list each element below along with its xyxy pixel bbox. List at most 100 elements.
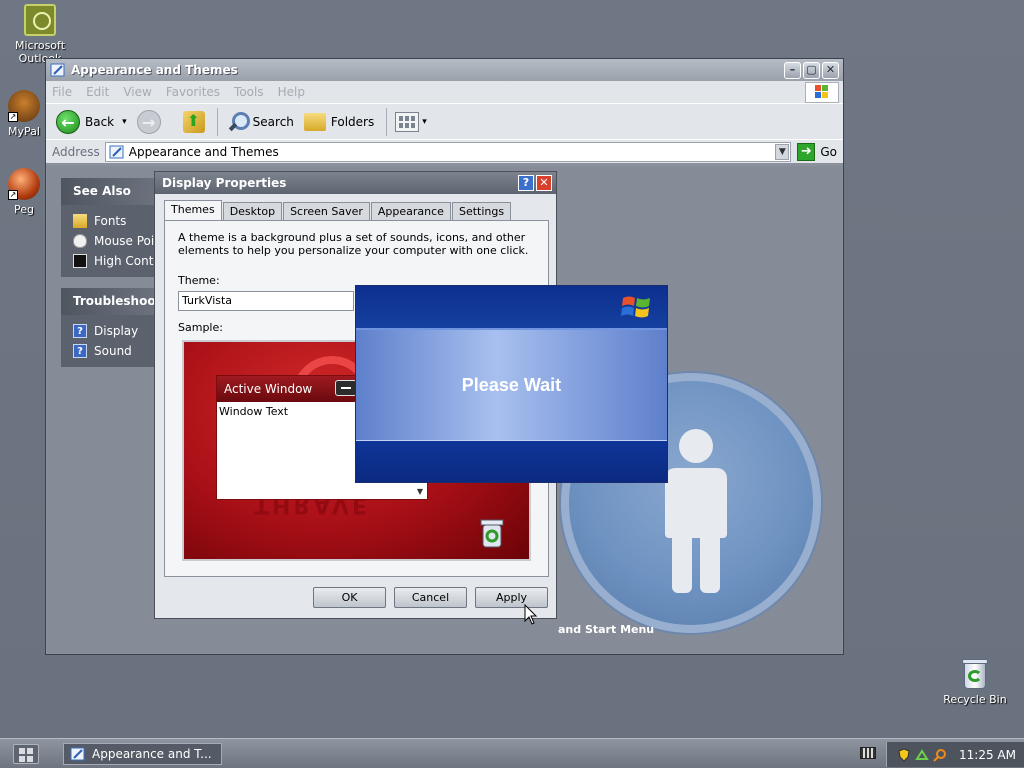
back-arrow-icon: ← [56, 109, 80, 134]
help-icon: ? [73, 324, 87, 338]
see-also-item-fonts[interactable]: Fonts [61, 211, 161, 231]
tab-screen-saver[interactable]: Screen Saver [283, 202, 370, 220]
desktop-icon-recycle-bin[interactable]: Recycle Bin [935, 658, 1015, 706]
taskbar-start-menu-link[interactable]: and Start Menu [558, 623, 654, 636]
cancel-button[interactable]: Cancel [394, 587, 467, 608]
toolbar-separator [216, 107, 218, 136]
clock[interactable]: 11:25 AM [959, 748, 1016, 762]
close-button[interactable]: ✕ [822, 61, 839, 79]
folders-icon [303, 112, 326, 131]
go-arrow-icon: ➜ [797, 142, 816, 161]
tab-appearance[interactable]: Appearance [370, 202, 451, 220]
theme-select[interactable]: TurkVista [178, 291, 354, 311]
high-contrast-icon [73, 254, 87, 268]
taskbar-item-appearance-themes[interactable]: Appearance and T... [63, 743, 222, 765]
up-folder-button[interactable] [182, 110, 205, 133]
tab-themes[interactable]: Themes [164, 200, 222, 220]
please-wait-dialog: Please Wait [355, 285, 668, 483]
windows-logo-icon [805, 82, 839, 103]
up-folder-icon [182, 110, 205, 133]
folders-button[interactable]: Folders [303, 112, 375, 131]
explorer-titlebar[interactable]: Appearance and Themes – ▢ ✕ [46, 59, 843, 81]
address-field[interactable]: Appearance and Themes ▼ [104, 141, 792, 162]
taskbar-item-label: Appearance and T... [92, 747, 212, 761]
views-dropdown-icon: ▾ [422, 116, 427, 127]
sample-scroll-down-icon: ▼ [416, 487, 424, 496]
see-also-item-label: Mouse Pointers [94, 234, 161, 248]
minimize-button[interactable]: – [784, 61, 801, 79]
see-also-heading[interactable]: See Also [61, 178, 161, 205]
desktop: Microsoft Outlook ↗ MyPal ↗ Peg Recycle … [0, 0, 1024, 738]
please-wait-message: Please Wait [356, 330, 667, 440]
dialog-titlebar[interactable]: Display Properties ? ✕ [155, 172, 556, 194]
troubleshooters-heading[interactable]: Troubleshooters [61, 288, 161, 315]
menu-favorites[interactable]: Favorites [166, 85, 220, 99]
search-tray-icon[interactable] [933, 748, 947, 762]
outlook-icon [24, 4, 56, 36]
windows-logo-icon [621, 296, 650, 318]
forward-button[interactable]: → [136, 109, 161, 134]
fonts-folder-icon [73, 214, 87, 228]
menu-help[interactable]: Help [278, 85, 305, 99]
themes-description: A theme is a background plus a set of so… [178, 231, 529, 257]
views-button[interactable]: ▾ [395, 111, 427, 132]
shortcut-arrow-icon: ↗ [8, 190, 18, 200]
see-also-item-high-contrast[interactable]: High Contrast [61, 251, 161, 271]
see-also-item-mouse-pointers[interactable]: Mouse Pointers [61, 231, 161, 251]
sample-label: Sample: [178, 321, 223, 334]
forward-arrow-icon: → [136, 109, 161, 134]
menu-tools[interactable]: Tools [234, 85, 264, 99]
troubleshooter-item-label: Display [94, 324, 139, 338]
search-button[interactable]: Search [226, 111, 294, 133]
sample-minimize-icon [335, 380, 357, 396]
recycle-bin-icon [960, 658, 990, 690]
dialog-title: Display Properties [162, 176, 287, 190]
troubleshooters-panel: Troubleshooters ? Display ? Sound [61, 288, 161, 367]
security-shield-icon[interactable] [897, 747, 911, 762]
menu-file[interactable]: File [52, 85, 72, 99]
help-button[interactable]: ? [518, 175, 534, 191]
explorer-title: Appearance and Themes [71, 63, 238, 77]
theme-label: Theme: [178, 274, 220, 287]
troubleshooter-item-display[interactable]: ? Display [61, 321, 161, 341]
back-label: Back [85, 114, 115, 129]
peg-icon: ↗ [8, 168, 40, 200]
back-dropdown-icon[interactable]: ▾ [122, 117, 127, 127]
back-button[interactable]: ← Back ▾ [56, 109, 127, 134]
start-button[interactable] [13, 744, 39, 764]
maximize-button[interactable]: ▢ [803, 61, 820, 79]
menubar: File Edit View Favorites Tools Help [46, 81, 843, 103]
mouse-icon [73, 234, 87, 248]
keyboard-icon[interactable] [860, 747, 876, 759]
troubleshooter-item-label: Sound [94, 344, 132, 358]
appearance-themes-icon [50, 63, 65, 77]
go-button[interactable]: ➜ Go [797, 142, 837, 161]
mypal-icon: ↗ [8, 90, 40, 122]
menu-view[interactable]: View [123, 85, 151, 99]
tab-settings[interactable]: Settings [451, 202, 512, 220]
desktop-icon-label: Recycle Bin [943, 693, 1007, 706]
desktop-icon-outlook[interactable]: Microsoft Outlook [0, 4, 80, 65]
dialog-close-button[interactable]: ✕ [536, 175, 552, 191]
address-value: Appearance and Themes [128, 144, 279, 159]
toolbar-separator [386, 107, 388, 136]
please-wait-footer [356, 440, 667, 482]
see-also-item-label: Fonts [94, 214, 127, 228]
appearance-themes-icon [70, 747, 85, 761]
search-label: Search [252, 114, 294, 129]
sample-recycle-bin-icon [480, 519, 504, 548]
troubleshooter-item-sound[interactable]: ? Sound [61, 341, 161, 361]
address-bar: Address Appearance and Themes ▼ ➜ Go [46, 139, 843, 163]
go-label: Go [820, 144, 837, 159]
left-pane: See Also Fonts Mouse Pointers High Co [61, 178, 161, 378]
network-icon[interactable] [915, 748, 929, 762]
folders-label: Folders [330, 114, 375, 129]
search-icon [226, 111, 250, 133]
system-tray: 11:25 AM [886, 742, 1024, 767]
tab-desktop[interactable]: Desktop [222, 202, 283, 220]
ok-button[interactable]: OK [313, 587, 386, 608]
menu-edit[interactable]: Edit [86, 85, 109, 99]
address-dropdown-icon[interactable]: ▼ [775, 143, 790, 160]
views-icon [395, 111, 420, 132]
appearance-themes-icon [109, 145, 124, 158]
